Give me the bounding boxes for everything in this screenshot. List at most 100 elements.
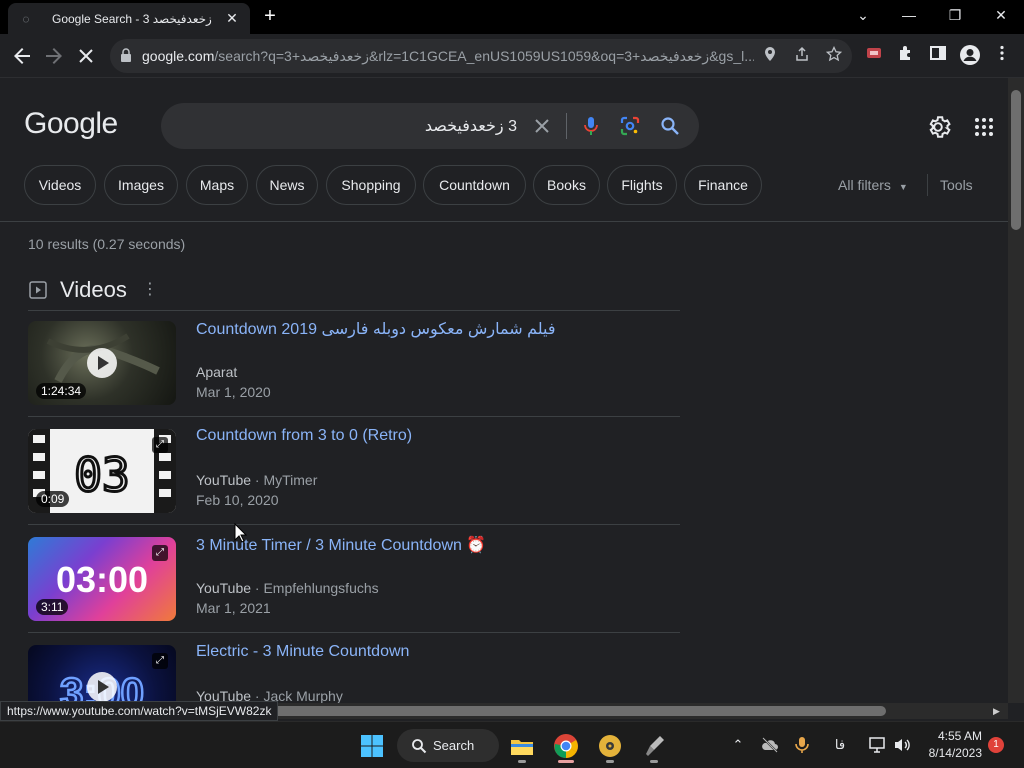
tab-search-button[interactable]: ⌄: [850, 4, 876, 26]
browser-menu-icon[interactable]: [990, 44, 1014, 68]
restore-button[interactable]: ❐: [942, 4, 968, 26]
chip-images[interactable]: Images: [104, 165, 178, 205]
address-bar[interactable]: google.com/search?q=3+زخعدفیخصد&rlz=1C1G…: [110, 39, 852, 73]
extensions-puzzle-icon[interactable]: [894, 44, 918, 68]
chip-flights[interactable]: Flights: [607, 165, 677, 205]
app-rocket-icon[interactable]: [640, 732, 668, 760]
chip-books[interactable]: Books: [533, 165, 600, 205]
show-hidden-icons-icon[interactable]: ⌃: [728, 735, 748, 755]
extension-icon[interactable]: [862, 44, 886, 68]
section-divider: [28, 310, 680, 311]
row-divider: [28, 632, 680, 633]
volume-icon[interactable]: [892, 735, 912, 755]
voice-search-icon[interactable]: [581, 116, 601, 136]
microphone-icon[interactable]: [792, 735, 812, 755]
vertical-scrollbar[interactable]: [1008, 78, 1024, 703]
chip-countdown[interactable]: Countdown: [423, 165, 526, 205]
stop-loading-icon[interactable]: [74, 44, 98, 68]
video-source: YouTube · MyTimer: [196, 472, 318, 488]
video-date: Feb 10, 2020: [196, 492, 279, 508]
expand-icon: ⤢: [152, 545, 168, 561]
video-title-link[interactable]: Countdown from 3 to 0 (Retro): [196, 427, 412, 445]
mouse-cursor-icon: [234, 523, 248, 543]
videos-section-title: Videos: [60, 277, 127, 302]
tab-title: Google Search - 3 زخعدفیخصد: [52, 11, 212, 26]
video-result[interactable]: 03:00 ⤢ 3:11 3 Minute Timer / 3 Minute C…: [28, 529, 680, 629]
chip-videos[interactable]: Videos: [24, 165, 96, 205]
onedrive-offline-icon[interactable]: [760, 735, 780, 755]
minimize-button[interactable]: —: [896, 4, 922, 26]
windows-start-icon[interactable]: [358, 732, 386, 760]
system-clock[interactable]: 4:55 AM 8/14/2023: [918, 728, 982, 762]
expand-icon: ⤢: [152, 653, 168, 669]
search-results-page: Google 3 زخعدفیخصد Videos Images Maps Ne…: [0, 78, 1008, 703]
search-divider: [566, 113, 567, 139]
video-source: Aparat: [196, 364, 238, 380]
video-thumbnail[interactable]: 03 ⤢ 0:09: [28, 429, 176, 513]
video-title-link[interactable]: Countdown 2019 فیلم شمارش معکوس دوبله فا…: [196, 319, 556, 339]
video-result[interactable]: 1:24:34 Countdown 2019 فیلم شمارش معکوس …: [28, 313, 680, 413]
app-running-indicator: [650, 760, 658, 763]
google-apps-icon[interactable]: [974, 117, 994, 137]
close-window-button[interactable]: ✕: [988, 4, 1014, 26]
video-result[interactable]: 3:00 ⤢ Electric - 3 Minute Countdown You…: [28, 637, 680, 703]
new-tab-button[interactable]: +: [258, 5, 282, 29]
video-thumbnail[interactable]: 1:24:34: [28, 321, 176, 405]
location-icon[interactable]: [760, 46, 780, 66]
taskbar-search-button[interactable]: Search: [397, 729, 499, 762]
search-input[interactable]: 3 زخعدفیخصد: [425, 116, 517, 136]
video-result[interactable]: 03 ⤢ 0:09 Countdown from 3 to 0 (Retro) …: [28, 421, 680, 521]
settings-gear-icon[interactable]: [925, 114, 951, 140]
google-logo[interactable]: Google: [24, 107, 118, 141]
vertical-scroll-thumb[interactable]: [1011, 90, 1021, 230]
input-language-indicator[interactable]: فا: [830, 735, 850, 755]
tab-bar: ◌ Google Search - 3 زخعدفیخصد ✕ + ⌄ — ❐ …: [0, 0, 1024, 34]
clock-date: 8/14/2023: [928, 746, 982, 760]
video-thumbnail[interactable]: 3:00 ⤢: [28, 645, 176, 703]
chip-finance[interactable]: Finance: [684, 165, 762, 205]
app-running-indicator: [606, 760, 614, 763]
play-icon: [87, 672, 117, 702]
video-source: YouTube · Empfehlungsfuchs: [196, 580, 379, 596]
clock-time: 4:55 AM: [937, 729, 982, 743]
profile-avatar-icon[interactable]: [958, 44, 982, 68]
browser-toolbar: google.com/search?q=3+زخعدفیخصد&rlz=1C1G…: [0, 34, 1024, 78]
network-icon[interactable]: [868, 735, 888, 755]
timer-text: 03:00: [56, 559, 148, 600]
file-explorer-icon[interactable]: [508, 732, 536, 760]
tools-button[interactable]: Tools: [940, 177, 973, 193]
video-title-link[interactable]: Electric - 3 Minute Countdown: [196, 643, 409, 661]
browser-tab[interactable]: ◌ Google Search - 3 زخعدفیخصد ✕: [8, 3, 250, 34]
video-duration: 1:24:34: [36, 383, 87, 399]
horizontal-scroll-thumb[interactable]: [270, 706, 886, 716]
bookmark-star-icon[interactable]: [824, 45, 844, 66]
chip-maps[interactable]: Maps: [186, 165, 248, 205]
video-section-icon: [29, 281, 47, 299]
retro-digits: 03: [74, 448, 129, 502]
all-filters-button[interactable]: All filters ▼: [838, 177, 908, 193]
search-icon[interactable]: [660, 116, 680, 136]
windows-taskbar: Search ⌃ فا 4:55 AM 8/14/2023 1: [0, 721, 1024, 768]
side-panel-icon[interactable]: [926, 44, 950, 68]
lens-search-icon[interactable]: [620, 116, 640, 136]
scroll-right-arrow-icon[interactable]: ▶: [993, 706, 1000, 717]
video-thumbnail[interactable]: 03:00 ⤢ 3:11: [28, 537, 176, 621]
back-icon[interactable]: [10, 44, 34, 68]
forward-icon[interactable]: [42, 44, 66, 68]
video-date: Mar 1, 2021: [196, 600, 271, 616]
more-options-icon[interactable]: ⋮: [142, 279, 158, 301]
close-tab-icon[interactable]: ✕: [224, 10, 240, 27]
share-icon[interactable]: [792, 46, 812, 66]
clear-search-icon[interactable]: [532, 116, 552, 136]
chip-news[interactable]: News: [256, 165, 318, 205]
lock-icon[interactable]: [120, 48, 132, 62]
search-box[interactable]: 3 زخعدفیخصد: [161, 103, 699, 149]
notification-badge[interactable]: 1: [988, 737, 1004, 753]
chrome-icon[interactable]: [552, 732, 580, 760]
video-duration: 0:09: [36, 491, 70, 507]
chip-shopping[interactable]: Shopping: [326, 165, 416, 205]
url-text[interactable]: google.com/search?q=3+زخعدفیخصد&rlz=1C1G…: [142, 48, 754, 65]
media-player-icon[interactable]: [596, 732, 624, 760]
result-stats: 10 results (0.27 seconds): [28, 236, 186, 252]
search-icon: [412, 739, 427, 754]
